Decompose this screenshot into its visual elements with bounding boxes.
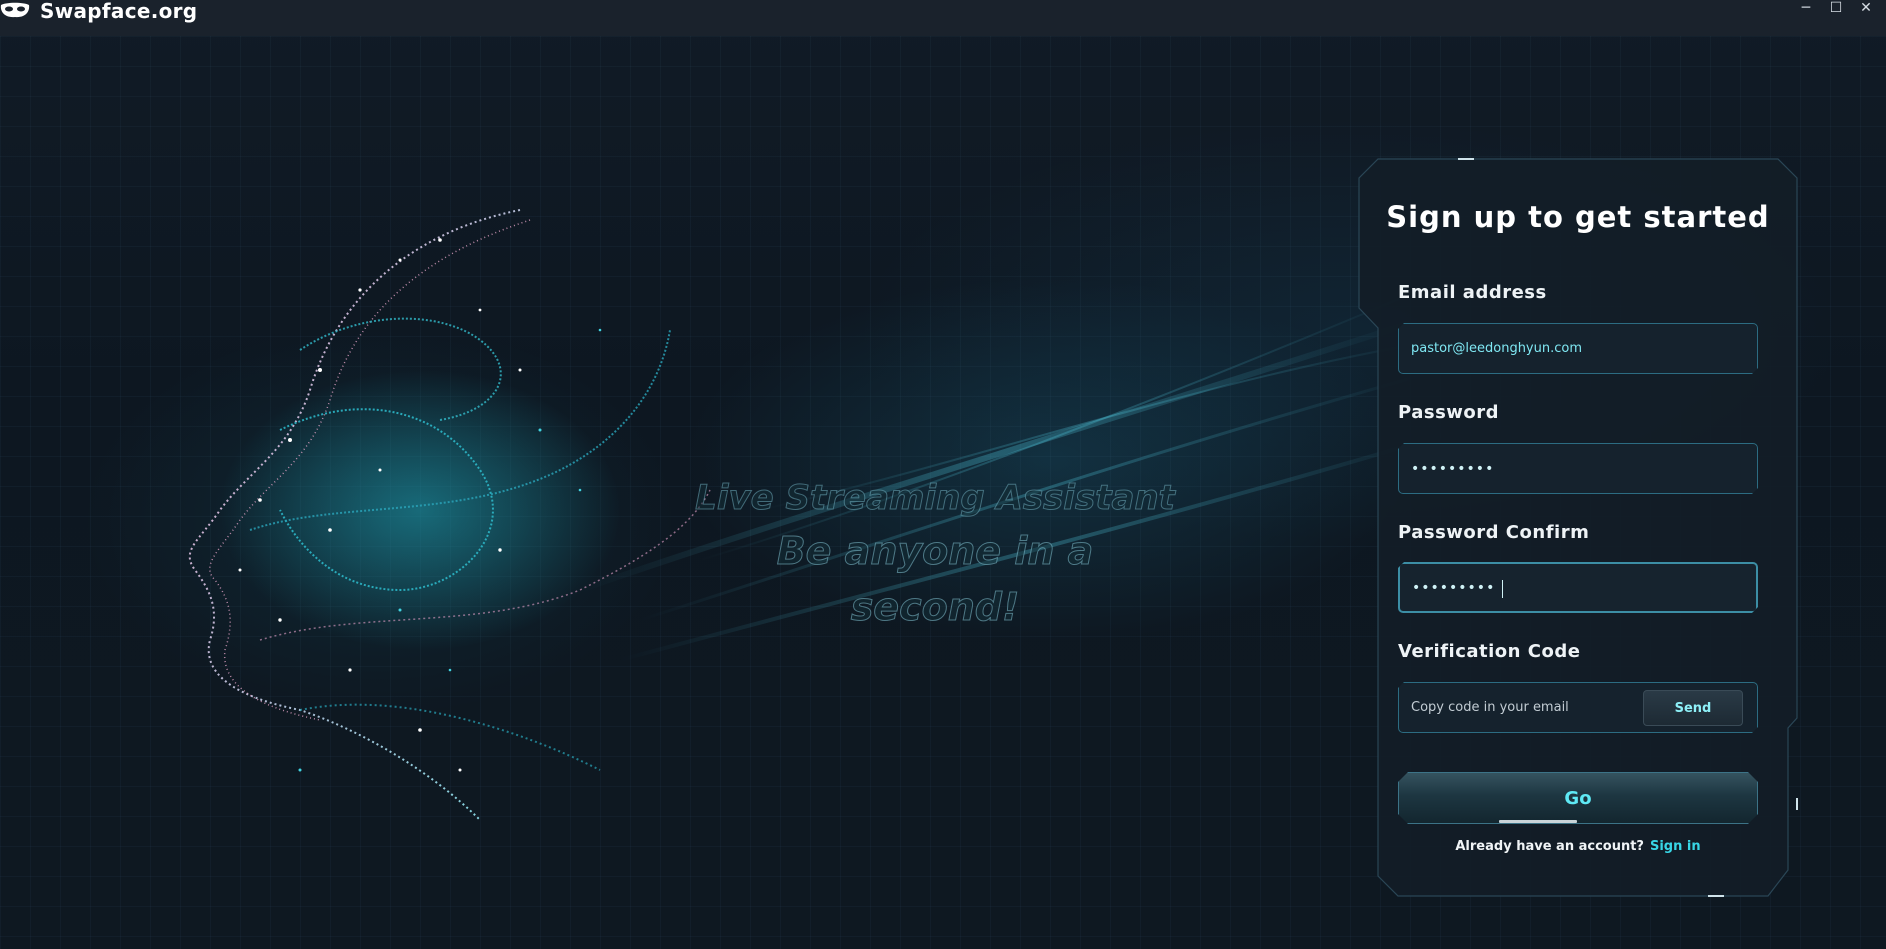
verification-code-input[interactable] [1411, 683, 1631, 732]
go-button-underline [1499, 820, 1577, 823]
password-confirm-input[interactable] [1412, 564, 1742, 611]
maximize-icon[interactable]: ☐ [1826, 0, 1846, 16]
email-field[interactable] [1398, 323, 1758, 374]
verification-code-field[interactable]: Send [1398, 682, 1758, 733]
sign-in-link[interactable]: Sign in [1650, 839, 1701, 854]
slogan-line-2: Be anyone in a second! [776, 529, 1094, 630]
already-account-text: Already have an account? [1455, 839, 1644, 854]
send-code-button[interactable]: Send [1643, 690, 1743, 726]
signup-card: Sign up to get started Email address Pas… [1358, 158, 1798, 898]
password-input[interactable] [1411, 444, 1741, 493]
mask-icon [0, 2, 30, 18]
email-input[interactable] [1411, 324, 1741, 373]
title-bar: Swapface.org ─ ☐ ✕ [0, 0, 1886, 36]
text-cursor [1502, 580, 1503, 598]
password-label: Password [1398, 402, 1500, 423]
signin-prompt: Already have an account? Sign in [1358, 839, 1798, 854]
password-confirm-field[interactable] [1398, 562, 1758, 613]
password-confirm-label: Password Confirm [1398, 522, 1590, 543]
app-window: Swapface.org ─ ☐ ✕ Live Streaming Assist… [0, 0, 1886, 949]
email-label: Email address [1398, 282, 1547, 303]
app-title: Swapface.org [40, 0, 198, 23]
window-controls: ─ ☐ ✕ [1796, 0, 1876, 16]
hero-slogan: Live Streaming Assistant Be anyone in a … [690, 473, 1180, 635]
password-field[interactable] [1398, 443, 1758, 494]
particle-face-illustration [188, 209, 711, 821]
close-icon[interactable]: ✕ [1856, 0, 1876, 16]
go-button[interactable]: Go [1398, 772, 1758, 824]
slogan-line-1: Live Streaming Assistant [695, 478, 1176, 519]
verification-code-label: Verification Code [1398, 641, 1581, 662]
signup-title: Sign up to get started [1386, 200, 1770, 234]
minimize-icon[interactable]: ─ [1796, 0, 1816, 16]
